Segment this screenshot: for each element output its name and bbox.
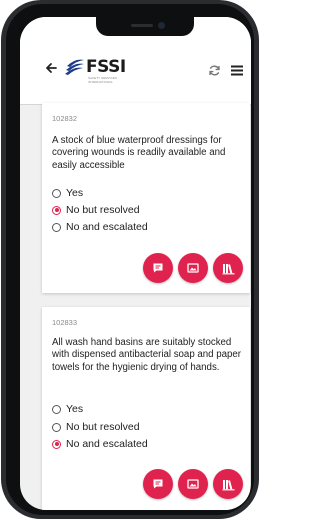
library-icon	[222, 479, 234, 490]
add-photo-button[interactable]	[178, 253, 208, 283]
menu-icon[interactable]	[231, 65, 243, 76]
front-camera	[158, 22, 165, 29]
add-photo-button[interactable]	[178, 469, 208, 499]
open-library-button[interactable]	[213, 469, 243, 499]
option-label: No and escalated	[66, 221, 148, 233]
radio-no-and-escalated[interactable]	[52, 439, 61, 449]
question-code: 102832	[52, 114, 78, 123]
option-label: No but resolved	[66, 204, 140, 216]
question-text: All wash hand basins are suitably stocke…	[52, 337, 242, 373]
phone-bezel: FSSI SAFETY SERVICES INTERNATIONAL 10283…	[6, 4, 254, 515]
library-icon	[222, 263, 234, 274]
option-no-but-resolved[interactable]: No but resolved	[52, 203, 140, 217]
phone-frame: FSSI SAFETY SERVICES INTERNATIONAL 10283…	[1, 0, 259, 519]
question-card: 102832 A stock of blue waterproof dressi…	[42, 103, 250, 293]
option-label: No and escalated	[66, 438, 148, 450]
option-no-and-escalated[interactable]: No and escalated	[52, 220, 148, 234]
refresh-icon[interactable]	[208, 64, 221, 77]
speaker-grille	[131, 24, 153, 27]
add-comment-button[interactable]	[143, 253, 173, 283]
option-yes[interactable]: Yes	[52, 186, 83, 200]
comment-icon	[153, 479, 163, 489]
app-screen: FSSI SAFETY SERVICES INTERNATIONAL 10283…	[20, 17, 251, 510]
image-icon	[187, 263, 199, 273]
add-comment-button[interactable]	[143, 469, 173, 499]
logo-swoosh-icon	[65, 59, 84, 75]
logo-text: FSSI	[86, 57, 126, 77]
option-yes[interactable]: Yes	[52, 402, 83, 416]
option-label: Yes	[66, 187, 84, 199]
open-library-button[interactable]	[213, 253, 243, 283]
question-text: A stock of blue waterproof dressings for…	[52, 135, 226, 171]
arrow-left-icon[interactable]	[44, 61, 58, 75]
question-card: 102833 All wash hand basins are suitably…	[42, 307, 250, 510]
fssi-logo: FSSI SAFETY SERVICES INTERNATIONAL	[64, 53, 140, 84]
option-no-and-escalated[interactable]: No and escalated	[52, 437, 148, 451]
option-label: No but resolved	[66, 421, 140, 433]
comment-icon	[153, 263, 163, 273]
radio-no-but-resolved[interactable]	[52, 205, 61, 215]
option-no-but-resolved[interactable]: No but resolved	[52, 420, 140, 434]
radio-no-but-resolved[interactable]	[52, 422, 61, 432]
question-code: 102833	[52, 318, 78, 327]
option-label: Yes	[66, 403, 84, 415]
radio-yes[interactable]	[52, 188, 61, 198]
radio-yes[interactable]	[52, 404, 61, 414]
phone-notch	[96, 17, 194, 36]
logo-tagline: SAFETY SERVICES INTERNATIONAL	[88, 76, 118, 84]
radio-no-and-escalated[interactable]	[52, 222, 61, 232]
image-icon	[187, 479, 199, 489]
